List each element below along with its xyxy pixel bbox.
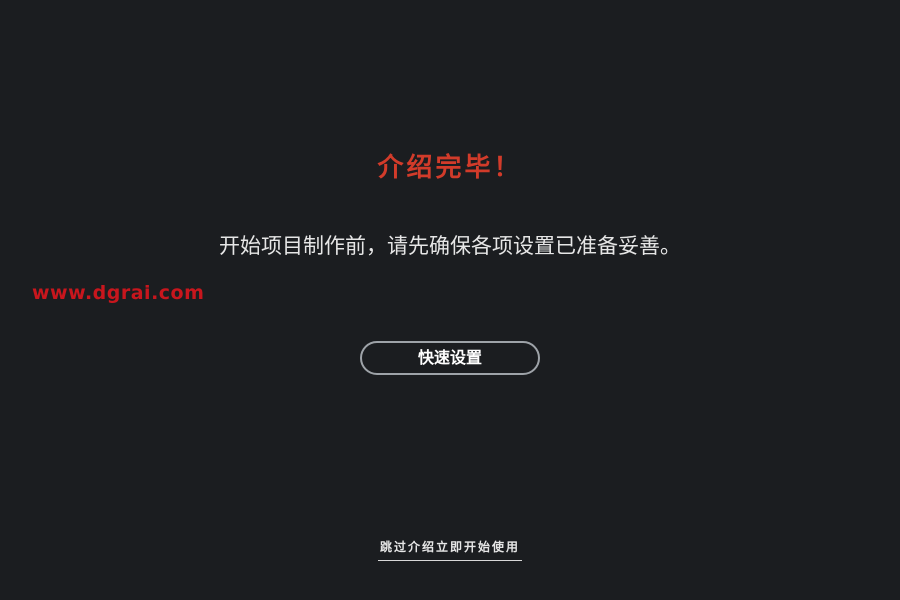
- skip-intro-link[interactable]: 跳过介绍立即开始使用: [377, 538, 522, 561]
- skip-intro-container: 跳过介绍立即开始使用: [0, 536, 900, 561]
- watermark-text: www.dgrai.com: [32, 282, 205, 304]
- intro-message: 开始项目制作前，请先确保各项设置已准备妥善。: [219, 234, 681, 258]
- quick-setup-button[interactable]: 快速设置: [360, 341, 540, 375]
- intro-complete-title: 介绍完毕！: [377, 153, 523, 183]
